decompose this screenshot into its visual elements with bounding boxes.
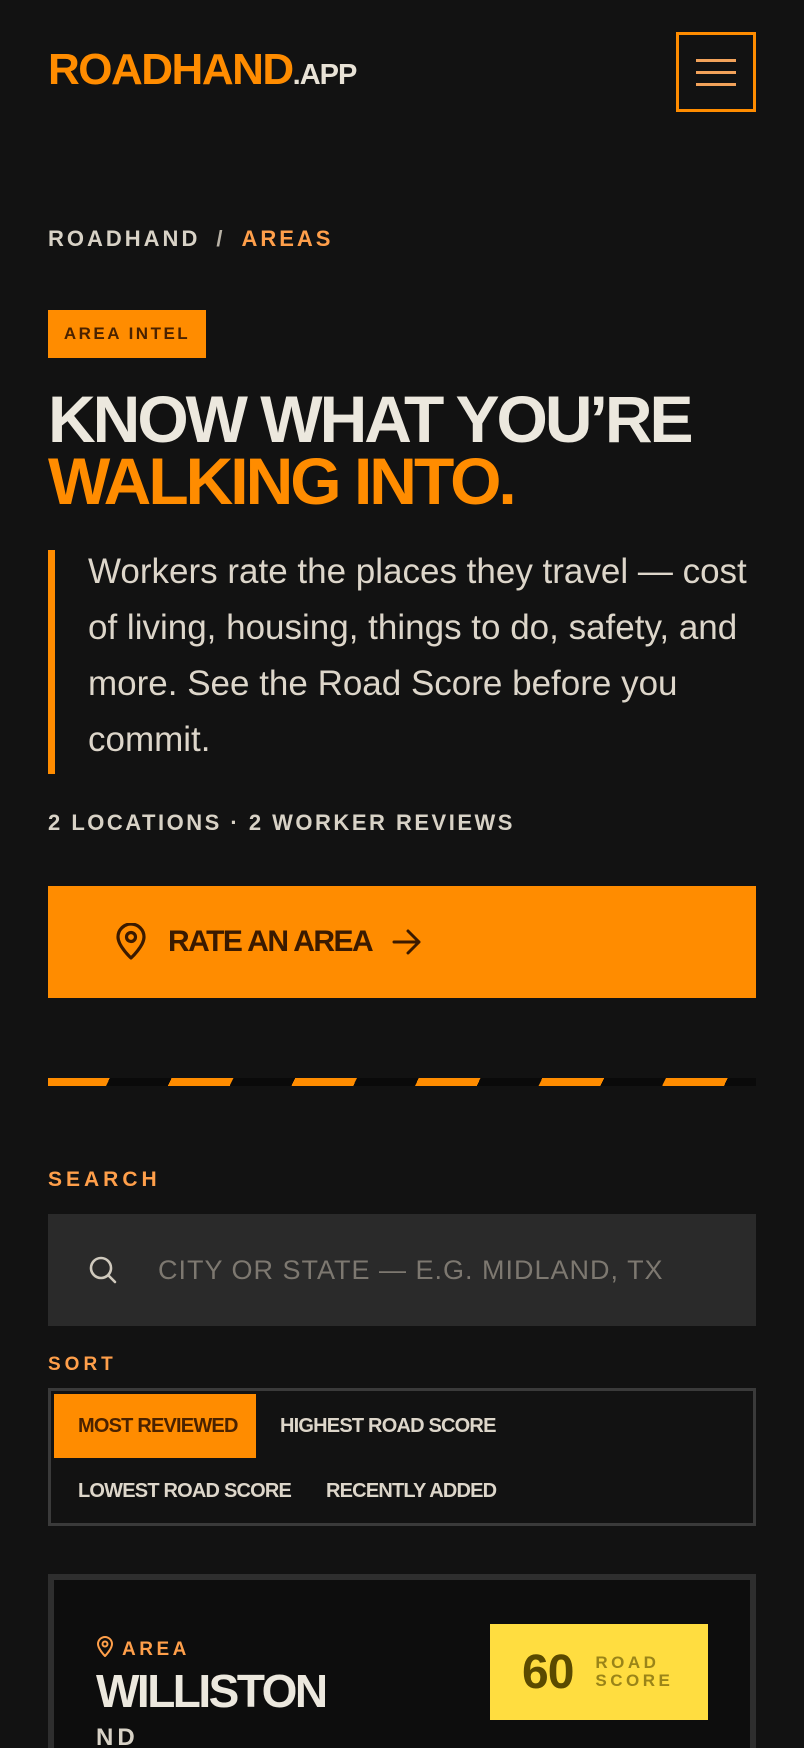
page-title-line2: WALKING INTO. — [48, 444, 517, 518]
map-pin-icon — [96, 1636, 114, 1664]
rate-area-label: RATE AN AREA — [168, 925, 374, 958]
arrow-right-icon — [392, 929, 422, 955]
page: ROADHAND.APP ROADHAND / AREAS AREA INTEL… — [0, 0, 804, 1748]
road-score-value: 60 — [522, 1645, 574, 1699]
sort-label: SORT — [48, 1354, 117, 1375]
breadcrumb-current: AREAS — [241, 226, 334, 251]
intro-blockquote: Workers rate the places they travel — co… — [48, 550, 756, 774]
hamburger-icon-bar — [696, 70, 736, 74]
breadcrumb-separator: / — [216, 226, 226, 251]
road-score-caption-line2: SCORE — [595, 1671, 674, 1690]
breadcrumb: ROADHAND / AREAS — [48, 226, 333, 252]
area-card-kind: AREA — [96, 1636, 190, 1664]
page-title-line1: KNOW WHAT YOU’RE — [48, 382, 694, 456]
area-card-state: ND — [96, 1724, 139, 1748]
stats-summary: 2 LOCATIONS · 2 WORKER REVIEWS — [48, 810, 515, 835]
sort-options: MOST REVIEWED HIGHEST ROAD SCORE LOWEST … — [48, 1388, 756, 1526]
hamburger-icon-bar — [696, 58, 736, 62]
area-card[interactable]: AREA WILLISTON ND 60 ROAD SCORE — [48, 1574, 756, 1748]
logo-brand: ROADHAND — [48, 45, 294, 94]
area-card-name: WILLISTON — [96, 1665, 328, 1717]
road-score-caption-line1: ROAD — [595, 1653, 660, 1672]
search-input[interactable] — [112, 1214, 756, 1326]
road-score-badge: 60 ROAD SCORE — [490, 1624, 708, 1720]
sort-lowest-road-score[interactable]: LOWEST ROAD SCORE — [78, 1459, 292, 1523]
breadcrumb-home[interactable]: ROADHAND — [48, 226, 200, 252]
search-label: SEARCH — [48, 1168, 161, 1191]
area-card-kind-label: AREA — [122, 1639, 190, 1660]
search-bar — [48, 1214, 756, 1326]
road-score-caption: ROAD SCORE — [595, 1654, 673, 1690]
logo[interactable]: ROADHAND.APP — [48, 45, 358, 94]
sort-recently-added[interactable]: RECENTLY ADDED — [326, 1459, 497, 1523]
sort-most-reviewed[interactable]: MOST REVIEWED — [54, 1394, 256, 1458]
hamburger-icon-bar — [696, 82, 736, 86]
rate-area-button[interactable]: RATE AN AREA — [48, 886, 756, 998]
hazard-divider — [48, 1078, 756, 1086]
section-tag: AREA INTEL — [48, 310, 206, 358]
sort-highest-road-score[interactable]: HIGHEST ROAD SCORE — [280, 1394, 496, 1458]
intro-text: Workers rate the places they travel — co… — [88, 552, 747, 759]
menu-button[interactable] — [676, 32, 756, 112]
page-title: KNOW WHAT YOU’RE WALKING INTO. — [48, 382, 768, 518]
logo-tld: .APP — [292, 59, 358, 91]
map-pin-icon — [114, 923, 148, 961]
